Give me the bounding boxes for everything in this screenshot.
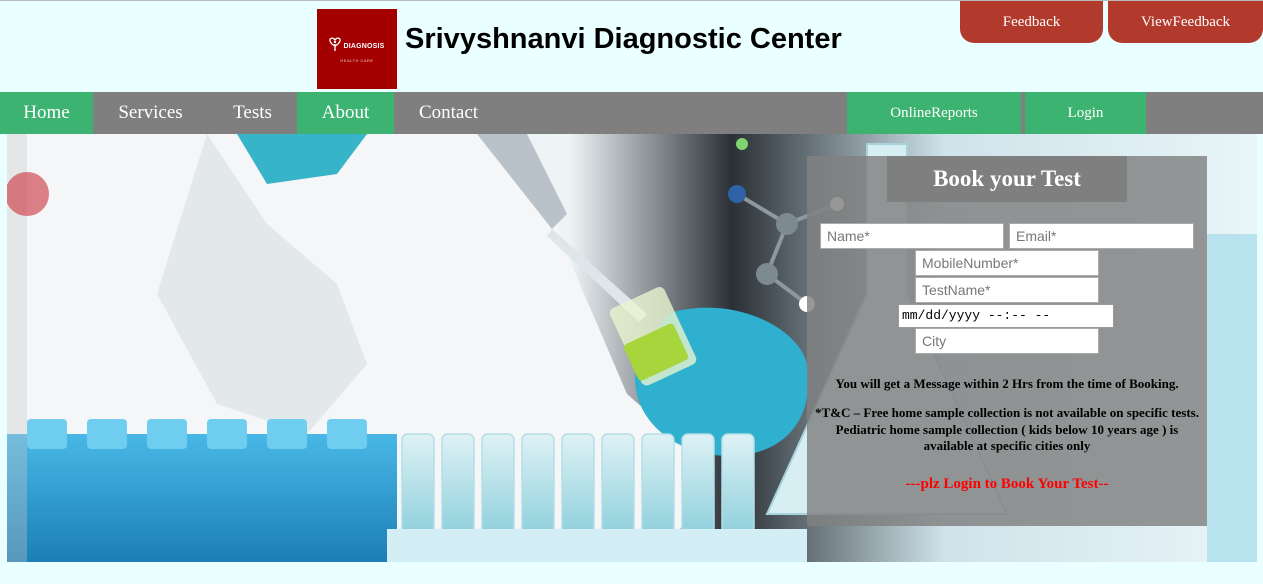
view-feedback-button[interactable]: ViewFeedback xyxy=(1108,1,1263,43)
testname-input[interactable] xyxy=(915,277,1099,303)
nav-item-about[interactable]: About xyxy=(297,92,394,134)
logo[interactable]: DIAGNOSIS HEALTH CARE xyxy=(317,9,397,89)
page-title: Srivyshnanvi Diagnostic Center xyxy=(405,23,842,55)
booking-title: Book your Test xyxy=(887,156,1127,202)
main-nav: Home Services Tests About Contact Online… xyxy=(0,92,1263,134)
email-input[interactable] xyxy=(1009,223,1194,249)
logo-subtext: HEALTH CARE xyxy=(340,57,374,63)
booking-form: Book your Test mm/dd/yyyy --:-- -- You w… xyxy=(807,156,1207,526)
nav-item-home[interactable]: Home xyxy=(0,92,93,134)
tc-line-2: Pediatric home sample collection ( kids … xyxy=(835,422,1179,437)
nav-item-tests[interactable]: Tests xyxy=(206,92,299,134)
city-input[interactable] xyxy=(915,328,1099,354)
heart-person-icon xyxy=(329,36,342,57)
datetime-input[interactable]: mm/dd/yyyy --:-- -- xyxy=(898,304,1114,328)
site-header: DIAGNOSIS HEALTH CARE Srivyshnanvi Diagn… xyxy=(0,1,1263,92)
tc-line-1: *T&C – Free home sample collection is no… xyxy=(815,405,1199,420)
tc-line-3: available at specific cities only xyxy=(923,438,1091,453)
online-reports-button[interactable]: OnlineReports xyxy=(847,92,1021,134)
nav-item-services[interactable]: Services xyxy=(104,92,197,134)
feedback-button[interactable]: Feedback xyxy=(960,1,1103,43)
login-prompt[interactable]: ---plz Login to Book Your Test-- xyxy=(807,476,1207,493)
message-note: You will get a Message within 2 Hrs from… xyxy=(835,376,1179,391)
mobile-input[interactable] xyxy=(915,250,1099,276)
logo-text: DIAGNOSIS xyxy=(343,42,385,50)
name-input[interactable] xyxy=(820,223,1004,249)
login-button[interactable]: Login xyxy=(1025,92,1146,134)
nav-item-contact[interactable]: Contact xyxy=(402,92,495,134)
